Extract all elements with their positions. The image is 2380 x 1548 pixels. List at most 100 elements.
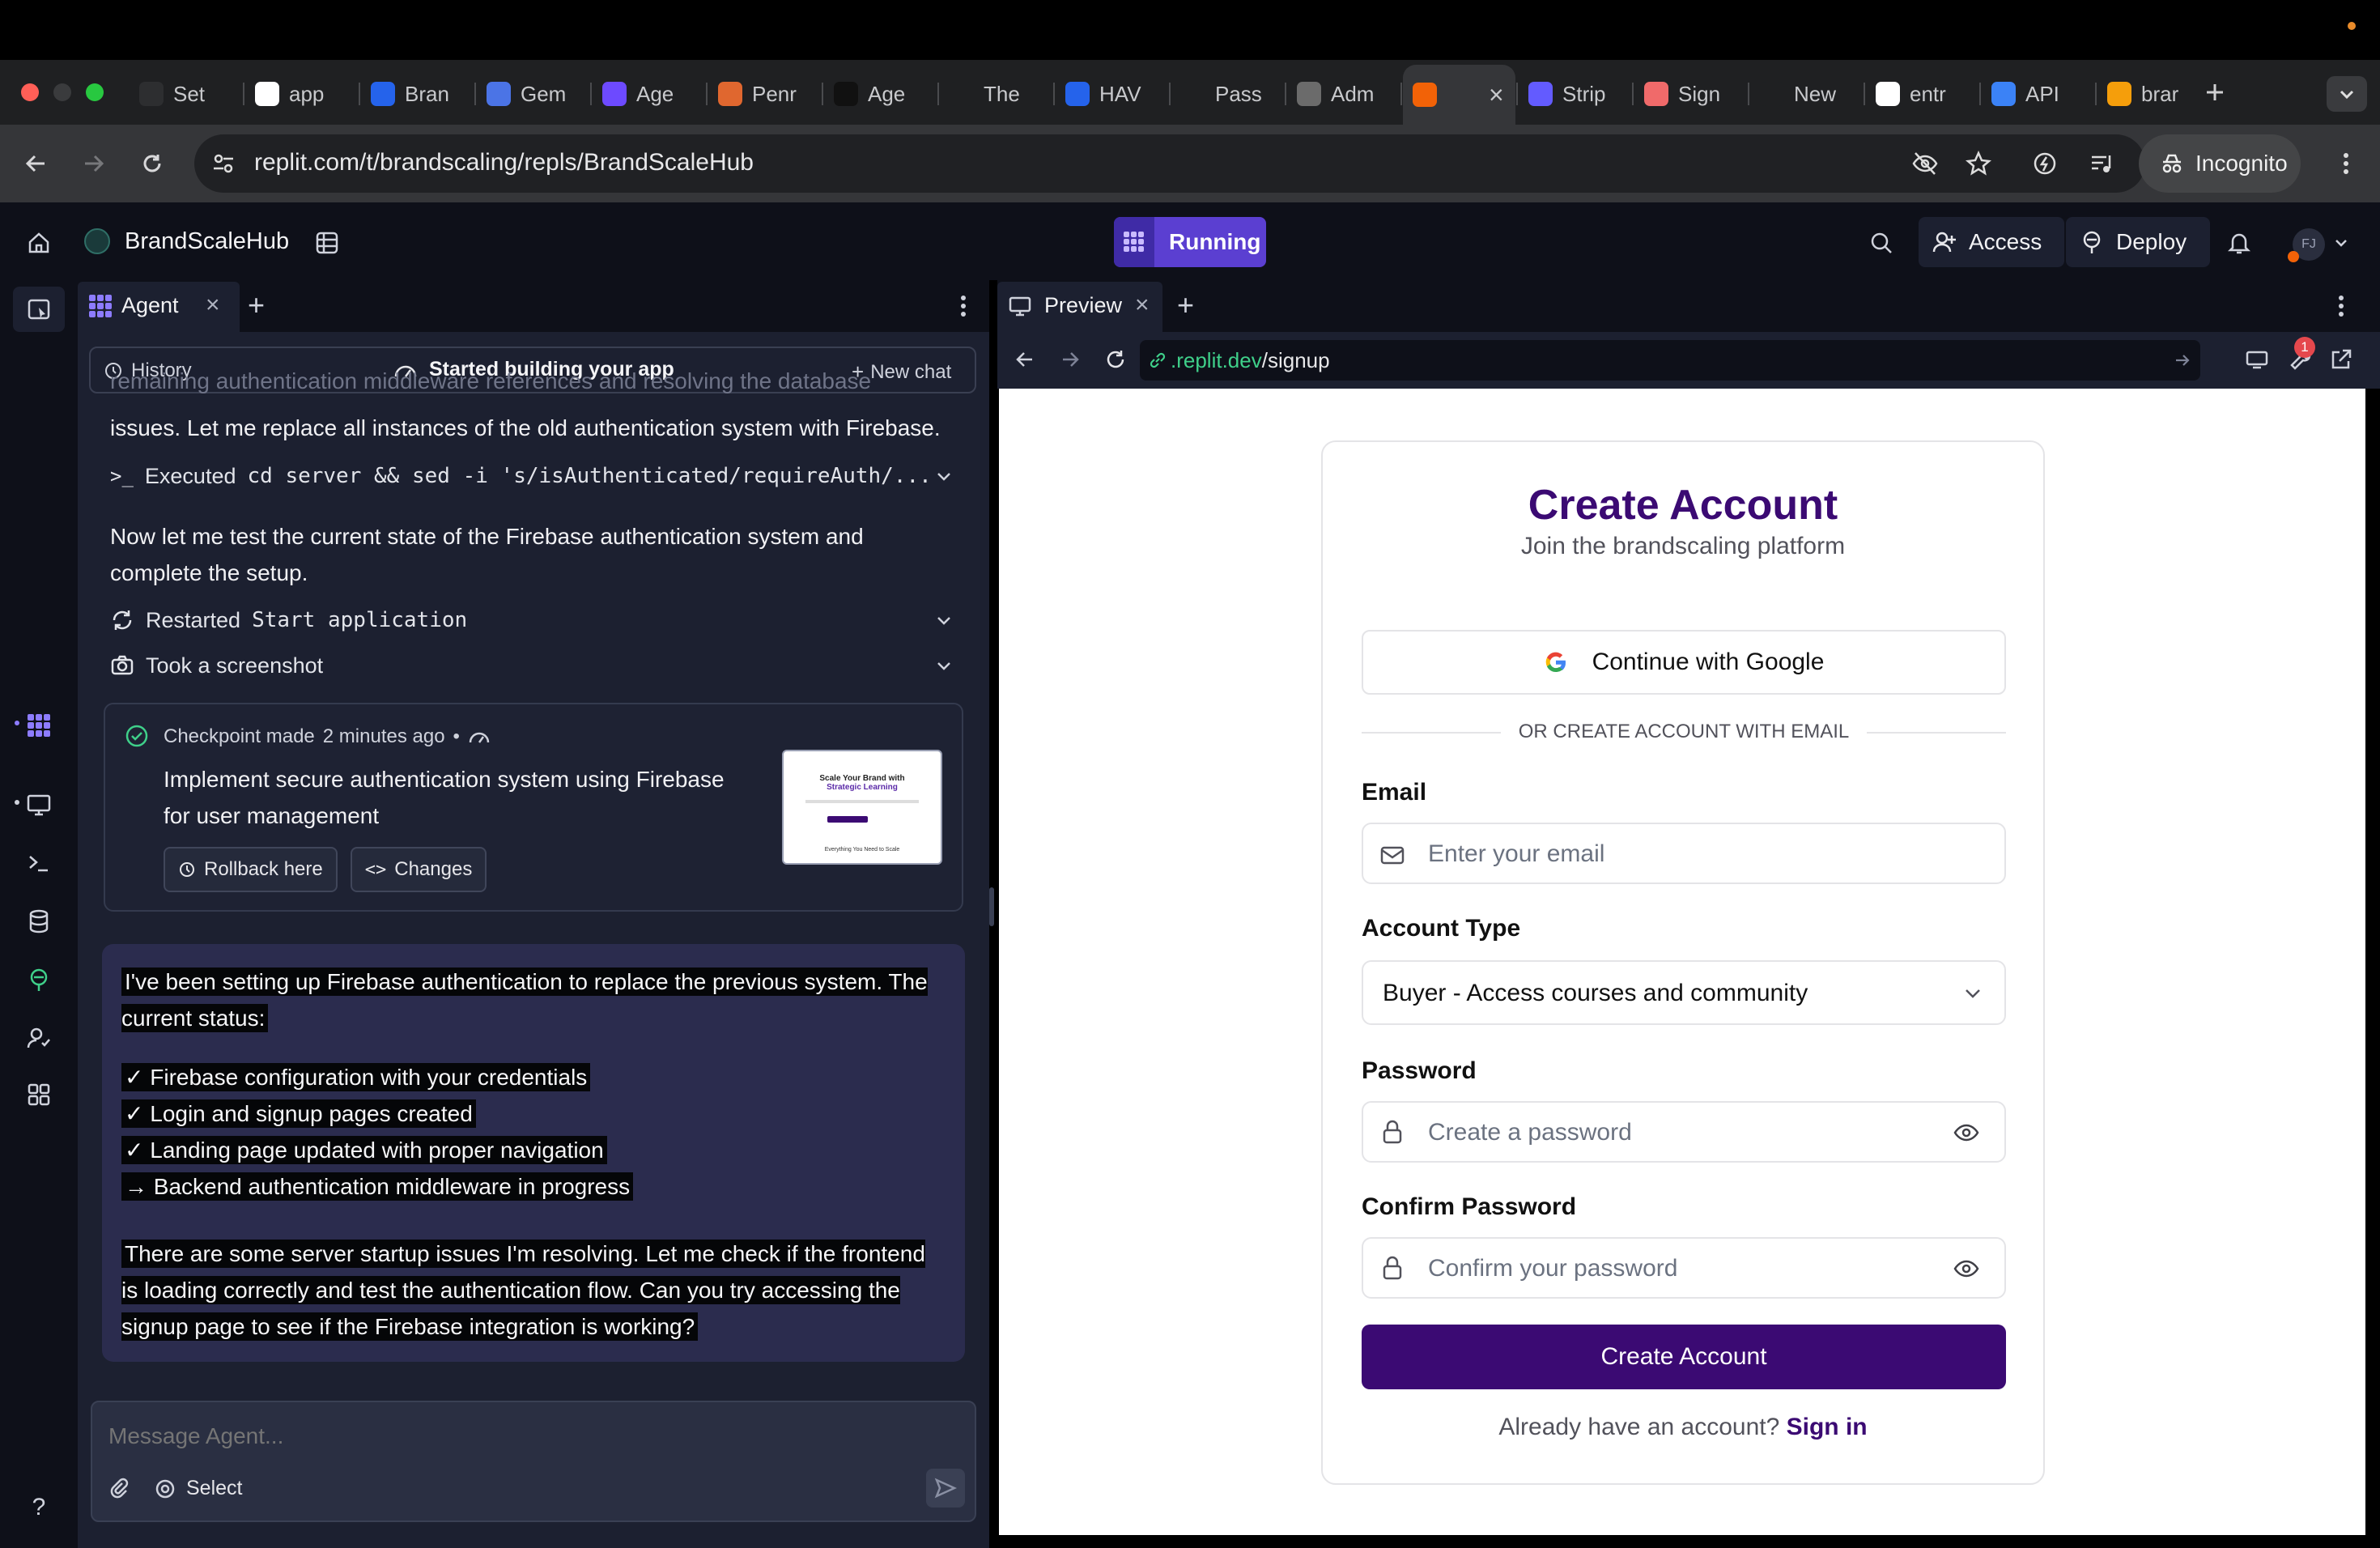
add-tab-icon[interactable]: + [248,288,265,322]
chevron-down-icon[interactable] [928,604,960,636]
screenshot-row[interactable]: Took a screenshot [110,648,323,683]
paperclip-icon[interactable] [107,1477,131,1501]
chevron-down-icon[interactable] [928,649,960,682]
email-field[interactable]: Enter your email [1362,823,2006,884]
user-check-icon[interactable] [23,1022,55,1054]
project-name[interactable]: BrandScaleHub [125,228,289,255]
bookmark-star-icon[interactable] [1962,147,1995,180]
minimize-window-button[interactable] [53,83,71,101]
google-signin-button[interactable]: Continue with Google [1362,630,2006,695]
zoom-window-button[interactable] [86,83,104,101]
database-icon[interactable] [23,905,55,938]
deploy-button[interactable]: Deploy [2066,217,2210,267]
media-control-icon[interactable] [2085,147,2118,180]
restart-icon [110,608,134,632]
browser-tab[interactable]: entr [1866,71,1978,117]
preview-forward-icon[interactable] [1054,343,1086,376]
browser-tab[interactable]: The [940,71,1052,117]
browser-tab[interactable]: Age [593,71,705,117]
incognito-indicator[interactable]: Incognito [2139,134,2301,193]
project-icon [84,228,110,254]
address-bar[interactable]: replit.com/t/brandscaling/repls/BrandSca… [194,134,2145,193]
changes-button[interactable]: <> Changes [350,847,487,892]
confirm-password-field[interactable]: Confirm your password [1362,1237,2006,1299]
preview-back-icon[interactable] [1009,343,1041,376]
browser-tab[interactable]: Sign [1634,71,1747,117]
eye-icon[interactable] [1953,1119,1980,1146]
browser-tab-label: Strip [1562,81,1606,106]
browser-tab[interactable]: API [1982,71,2094,117]
browser-tab[interactable]: Penr [708,71,821,117]
chevron-down-icon[interactable] [2331,228,2351,257]
signin-link[interactable]: Sign in [1787,1414,1868,1440]
signin-prompt: Already have an account? [1498,1414,1780,1440]
message-input[interactable] [108,1418,950,1454]
pane-menu-icon[interactable] [947,290,980,322]
agent-tab-label: Agent [121,293,179,317]
chevron-down-icon[interactable] [928,460,960,492]
browser-tab[interactable]: Gem [477,71,589,117]
select-element-button[interactable]: Select [154,1477,242,1500]
search-icon[interactable] [1865,227,1898,259]
close-tab-icon[interactable]: × [1489,80,1504,110]
go-arrow-icon[interactable] [2173,351,2192,370]
preview-reload-icon[interactable] [1099,343,1132,376]
browser-tab[interactable]: app [245,71,358,117]
new-tab-pane-icon[interactable] [23,293,55,325]
executed-command-row[interactable]: >_ Executed cd server && sed -i 's/isAut… [110,458,952,494]
account-type-select[interactable]: Buyer - Access courses and community [1362,960,2006,1025]
files-icon[interactable] [311,227,343,259]
new-tab-button[interactable] [2199,76,2231,108]
browser-tab[interactable]: brar [2097,71,2210,117]
device-preview-icon[interactable] [2241,343,2273,376]
terminal-icon[interactable] [23,847,55,879]
pane-splitter-handle[interactable] [989,887,994,926]
deployments-icon[interactable] [23,963,55,996]
checkpoint-thumbnail[interactable]: Scale Your Brand with Strategic Learning… [782,750,942,865]
bell-icon[interactable] [2223,227,2255,259]
code-icon: <> [364,859,387,880]
browser-tab[interactable]: Set [130,71,242,117]
site-info-icon[interactable] [207,147,240,180]
checkpoint-meta: Checkpoint made 2 minutes ago • [164,725,491,748]
rollback-button[interactable]: Rollback here [164,847,338,892]
eye-icon[interactable] [1953,1255,1980,1282]
agent-rail-icon[interactable] [23,709,55,742]
help-icon[interactable]: ? [23,1491,55,1524]
password-field[interactable]: Create a password [1362,1101,2006,1163]
eye-off-icon[interactable] [1909,147,1941,180]
browser-tab[interactable]: Pass [1171,71,1284,117]
close-tab-icon[interactable]: × [206,291,220,319]
open-external-icon[interactable] [2325,343,2357,376]
access-label: Access [1969,229,2042,254]
add-tab-icon[interactable]: + [1177,288,1194,322]
tab-search-button[interactable] [2327,76,2367,112]
forward-icon[interactable] [78,147,110,180]
reload-icon[interactable] [136,147,168,180]
browser-tab[interactable]: × [1403,65,1515,125]
close-window-button[interactable] [21,83,39,101]
running-button[interactable]: Running [1114,217,1266,267]
preview-url-bar[interactable]: .replit.dev/signup [1140,340,2200,381]
create-account-button[interactable]: Create Account [1362,1325,2006,1389]
monitor-icon[interactable] [23,789,55,821]
browser-menu-icon[interactable] [2330,147,2362,180]
preview-url-path: /signup [1261,348,1330,372]
home-icon[interactable] [23,227,55,259]
browser-tab[interactable]: Bran [361,71,474,117]
access-button[interactable]: Access [1919,217,2064,267]
browser-tab[interactable]: HAV [1056,71,1168,117]
browser-tab[interactable]: Age [824,71,937,117]
back-icon[interactable] [19,147,52,180]
restarted-row[interactable]: Restarted Start application [110,602,467,638]
browser-tab[interactable]: New [1750,71,1863,117]
browser-tab[interactable]: Adm [1287,71,1400,117]
send-button[interactable] [926,1469,965,1508]
all-tools-icon[interactable] [23,1078,55,1111]
browser-tab[interactable]: Strip [1519,71,1631,117]
close-tab-icon[interactable]: × [1135,291,1150,319]
pane-menu-icon[interactable] [2325,290,2357,322]
checkpoint-sep: • [453,725,460,747]
account-type-label: Account Type [1362,915,1521,942]
extension-icon[interactable] [2029,147,2061,180]
